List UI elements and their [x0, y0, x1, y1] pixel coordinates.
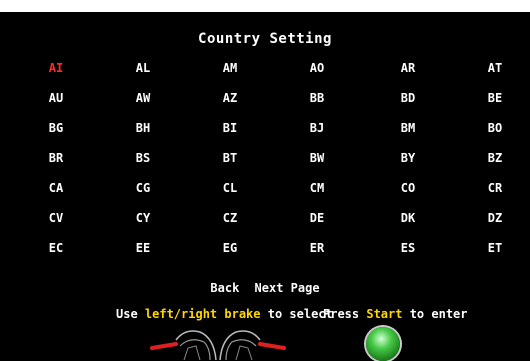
country-option[interactable]: AU: [26, 88, 86, 108]
select-hint-suffix: to select: [260, 307, 333, 321]
country-option[interactable]: EE: [113, 238, 173, 258]
country-option[interactable]: BT: [200, 148, 260, 168]
country-option[interactable]: AZ: [200, 88, 260, 108]
country-option[interactable]: BW: [287, 148, 347, 168]
country-option[interactable]: CZ: [200, 208, 260, 228]
country-option[interactable]: BR: [26, 148, 86, 168]
select-hint-prefix: Use: [116, 307, 145, 321]
country-option[interactable]: CA: [26, 178, 86, 198]
country-grid: AI AL AM AO AR AT AU AW AZ BB BD BE BG BH BI BJ BM BO BR BS…: [0, 58, 530, 268]
country-option[interactable]: ER: [287, 238, 347, 258]
country-option[interactable]: CR: [465, 178, 525, 198]
country-option[interactable]: CY: [113, 208, 173, 228]
enter-hint-prefix: Press: [323, 307, 367, 321]
country-option[interactable]: BS: [113, 148, 173, 168]
start-button-icon[interactable]: [366, 327, 400, 361]
country-option[interactable]: BM: [378, 118, 438, 138]
country-option[interactable]: CG: [113, 178, 173, 198]
enter-hint-suffix: to enter: [402, 307, 468, 321]
country-row: CA CG CL CM CO CR: [0, 178, 530, 208]
right-brake-lever-icon: [219, 330, 286, 360]
back-button[interactable]: Back: [210, 281, 239, 295]
page-title: Country Setting: [198, 31, 332, 47]
country-option[interactable]: BO: [465, 118, 525, 138]
country-option[interactable]: BJ: [287, 118, 347, 138]
country-row: AU AW AZ BB BD BE: [0, 88, 530, 118]
country-row: EC EE EG ER ES ET: [0, 238, 530, 268]
next-page-button[interactable]: Next Page: [255, 281, 320, 295]
country-option[interactable]: AR: [378, 58, 438, 78]
top-border: [0, 0, 530, 12]
left-brake-lever-icon: [150, 330, 217, 360]
country-option[interactable]: EG: [200, 238, 260, 258]
country-option[interactable]: BD: [378, 88, 438, 108]
country-option[interactable]: BB: [287, 88, 347, 108]
country-option[interactable]: CV: [26, 208, 86, 228]
country-option[interactable]: BI: [200, 118, 260, 138]
country-option[interactable]: AT: [465, 58, 525, 78]
enter-hint-highlight: Start: [366, 307, 403, 321]
select-hint-highlight: left/right brake: [144, 307, 261, 321]
country-row: BR BS BT BW BY BZ: [0, 148, 530, 178]
country-option[interactable]: AO: [287, 58, 347, 78]
country-option[interactable]: BY: [378, 148, 438, 168]
country-option[interactable]: CO: [378, 178, 438, 198]
country-option[interactable]: ES: [378, 238, 438, 258]
country-option[interactable]: AM: [200, 58, 260, 78]
country-option[interactable]: BE: [465, 88, 525, 108]
country-option[interactable]: BZ: [465, 148, 525, 168]
country-option[interactable]: CM: [287, 178, 347, 198]
country-row: CV CY CZ DE DK DZ: [0, 208, 530, 238]
country-option[interactable]: ET: [465, 238, 525, 258]
country-option[interactable]: CL: [200, 178, 260, 198]
country-option[interactable]: EC: [26, 238, 86, 258]
country-row: AI AL AM AO AR AT: [0, 58, 530, 88]
country-option[interactable]: AI: [26, 58, 86, 78]
country-option[interactable]: BH: [113, 118, 173, 138]
page-navigation: Back Next Page: [0, 281, 530, 295]
country-option[interactable]: AL: [113, 58, 173, 78]
country-row: BG BH BI BJ BM BO: [0, 118, 530, 148]
country-option[interactable]: AW: [113, 88, 173, 108]
country-option[interactable]: DZ: [465, 208, 525, 228]
enter-hint: Press Start to enter: [323, 307, 468, 321]
select-hint: Use left/right brake to select: [116, 307, 333, 321]
country-option[interactable]: BG: [26, 118, 86, 138]
country-option[interactable]: DK: [378, 208, 438, 228]
country-option[interactable]: DE: [287, 208, 347, 228]
